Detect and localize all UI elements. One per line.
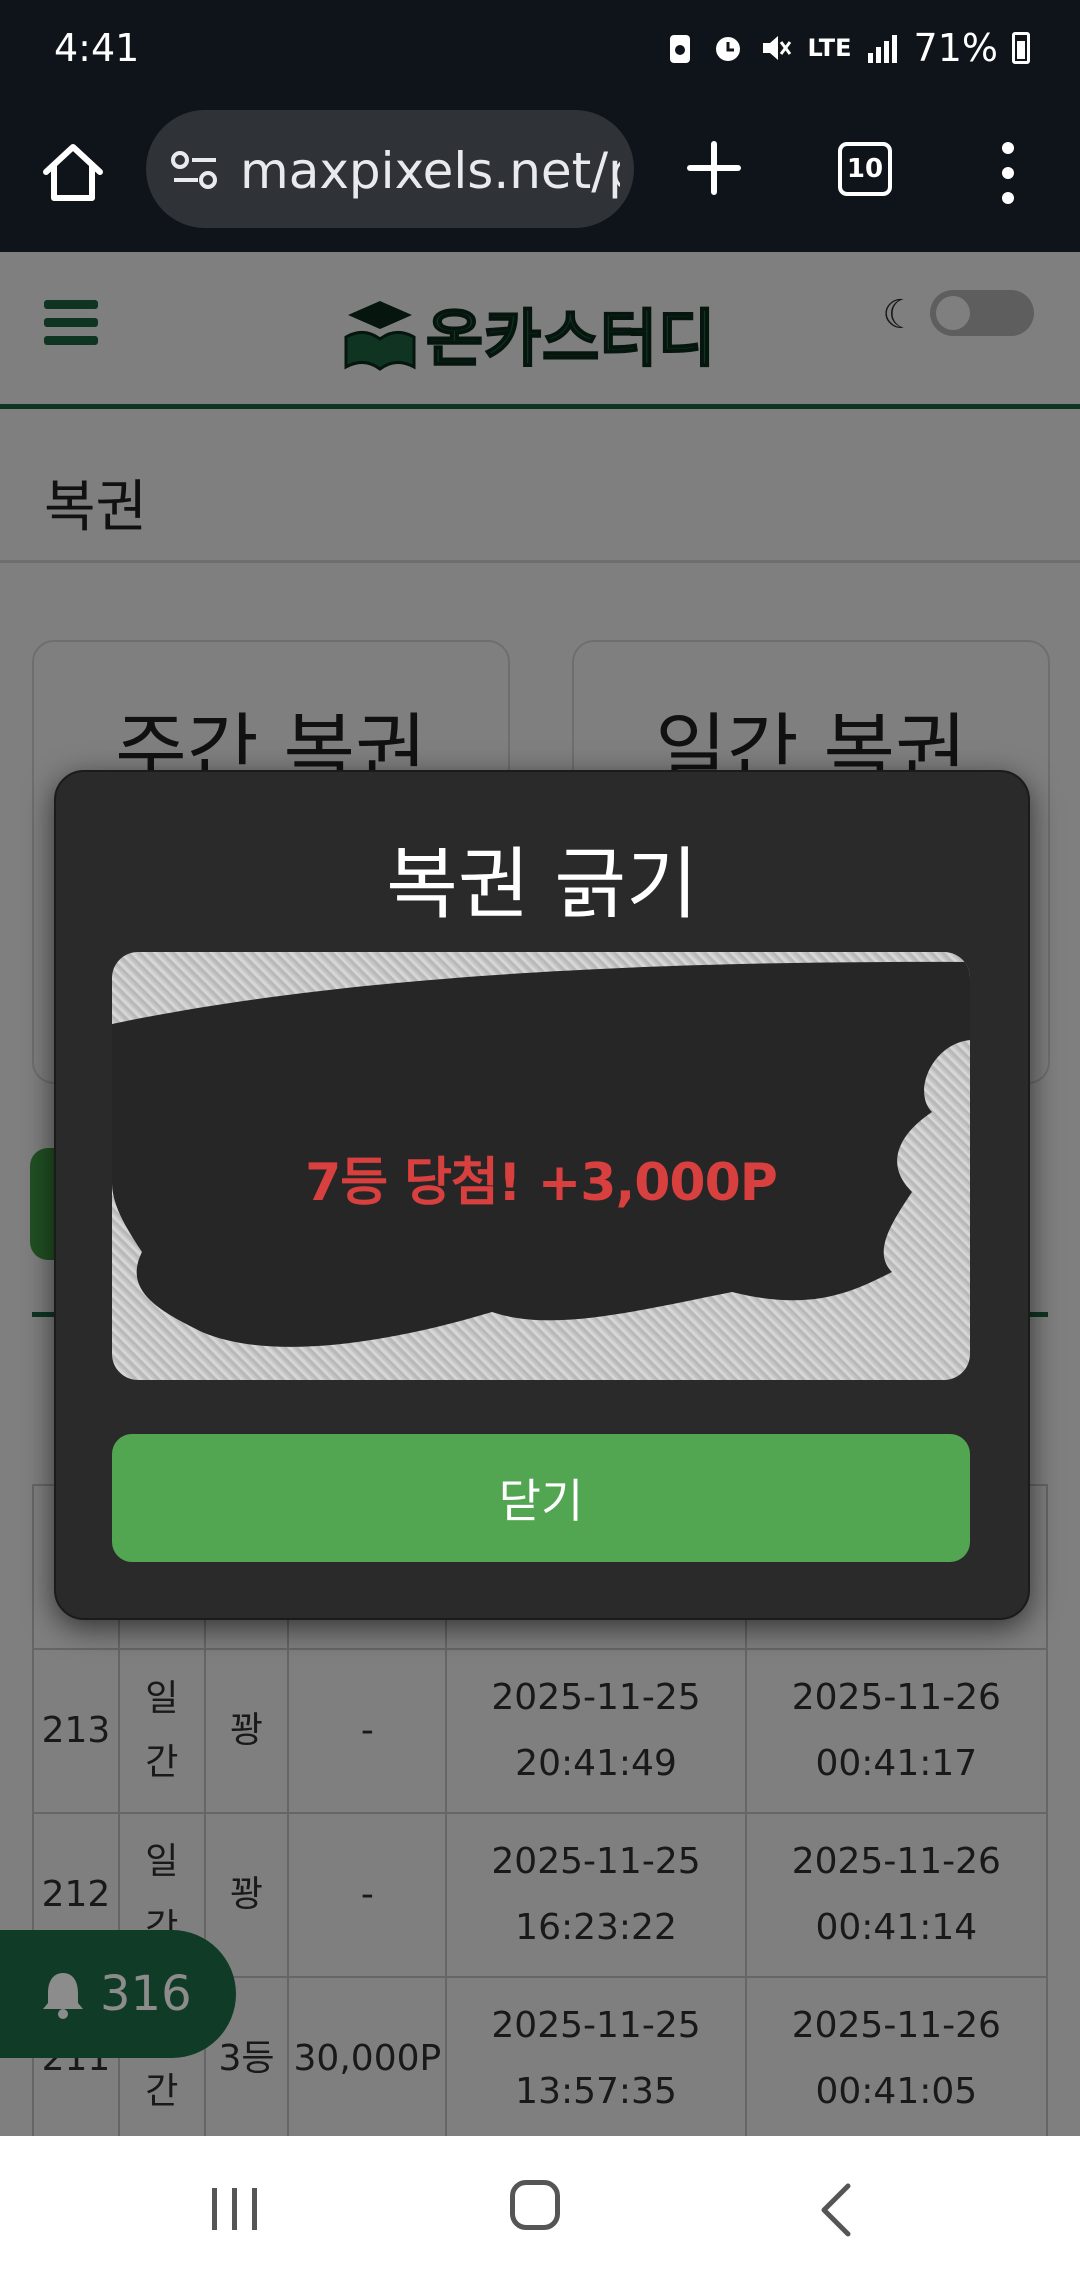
signal-icon (867, 35, 897, 63)
status-time: 4:41 (54, 26, 140, 70)
home-icon[interactable] (38, 138, 108, 208)
address-bar[interactable]: maxpixels.net/p (146, 110, 634, 228)
browser-toolbar: maxpixels.net/p 10 (0, 100, 1080, 252)
site-settings-icon[interactable] (170, 150, 220, 190)
network-label: LTE (807, 34, 852, 62)
home-nav-icon[interactable] (510, 2180, 560, 2230)
back-icon[interactable] (816, 2182, 856, 2238)
battery-icon (1012, 32, 1030, 64)
status-icons: LTE 71% (663, 26, 1030, 70)
notification-count: 316 (100, 1966, 192, 2022)
prize-result-text: 7등 당첨! +3,000P (305, 1153, 778, 1213)
system-nav-bar (0, 2136, 1080, 2280)
scratch-card[interactable]: 7등 당첨! +3,000P (112, 952, 970, 1380)
new-tab-icon[interactable] (686, 140, 742, 196)
battery-percent: 71% (913, 26, 998, 70)
scratch-lottery-modal: 복권 긁기 7등 당첨! +3,000P 닫기 (54, 770, 1030, 1620)
recent-apps-icon[interactable] (210, 2184, 260, 2234)
recycle-icon (670, 35, 691, 63)
url-text[interactable]: maxpixels.net/p (240, 142, 620, 200)
modal-title: 복권 긁기 (386, 840, 698, 930)
mute-icon (763, 36, 792, 60)
bell-icon (43, 1973, 83, 2019)
more-menu-icon[interactable] (996, 138, 1020, 208)
tab-switcher-button[interactable]: 10 (838, 142, 892, 196)
alarm-icon (716, 37, 741, 61)
status-bar: 4:41 LTE 71% (0, 0, 1080, 100)
close-button[interactable]: 닫기 (112, 1434, 970, 1562)
notification-button[interactable]: 316 (0, 1930, 236, 2058)
